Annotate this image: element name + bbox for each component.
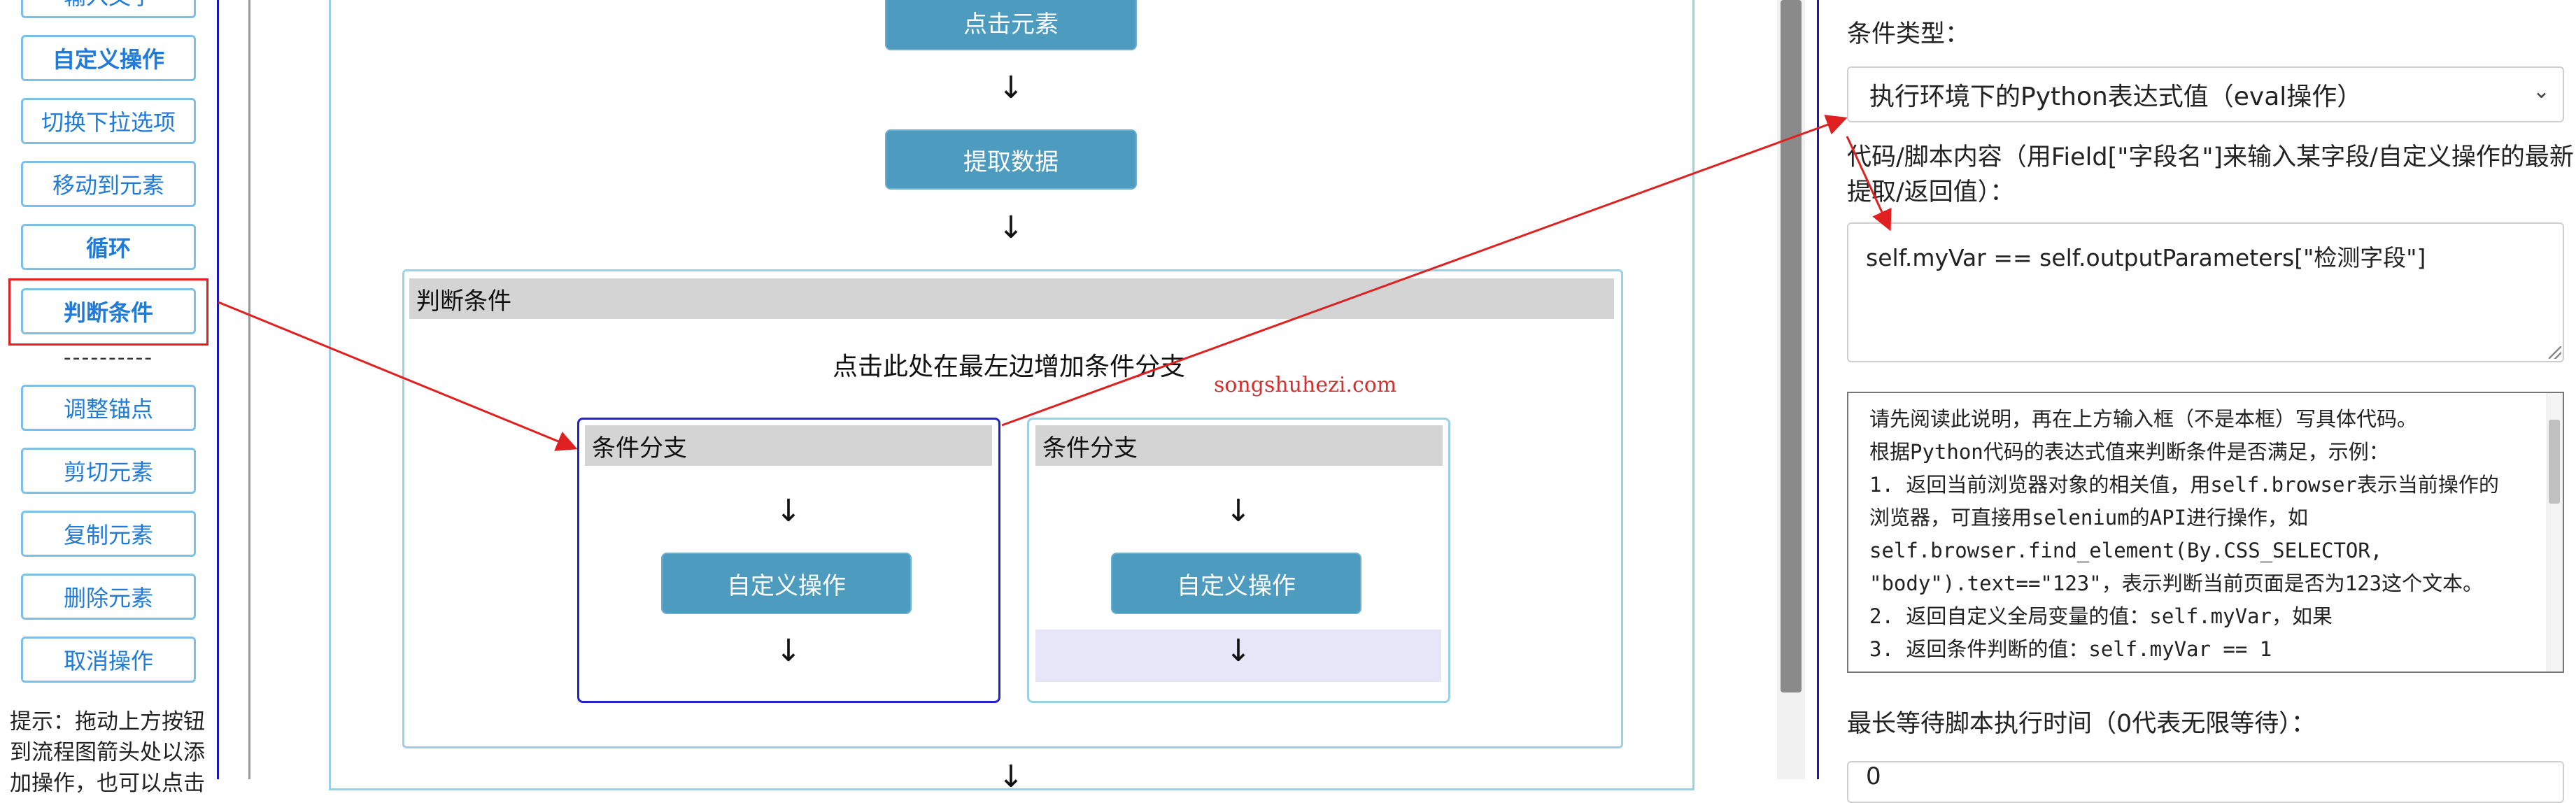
canvas-scrollbar-thumb[interactable]: [1781, 0, 1802, 692]
flow-arrow[interactable]: ↓: [990, 759, 1032, 795]
custom-action-button[interactable]: 自定义操作: [21, 35, 196, 81]
help-line: 3. 返回条件判断的值：self.myVar == 1: [1869, 637, 2272, 661]
switch-dropdown-button[interactable]: 切换下拉选项: [21, 98, 196, 144]
flow-node-custom-action[interactable]: 自定义操作: [1111, 553, 1361, 614]
help-line: "body").text=="123"，表示判断当前页面是否为123这个文本。: [1869, 571, 2484, 595]
flow-arrow[interactable]: ↓: [1217, 493, 1259, 529]
flow-node-extract-data[interactable]: 提取数据: [885, 129, 1137, 190]
condition-type-label: 条件类型：: [1847, 20, 1970, 48]
flow-arrow[interactable]: ↓: [767, 493, 809, 529]
toolbar-sidebar: 输入文字 自定义操作 切换下拉选项 移动到元素 循环 判断条件 --------…: [0, 0, 219, 796]
flow-node-click-element[interactable]: 点击元素: [885, 0, 1137, 50]
chevron-down-icon[interactable]: ⌄: [2533, 79, 2550, 104]
code-textarea[interactable]: self.myVar == self.outputParameters["检测字…: [1847, 222, 2564, 362]
cut-element-button[interactable]: 剪切元素: [21, 448, 196, 494]
copy-element-button[interactable]: 复制元素: [21, 511, 196, 557]
cancel-action-button[interactable]: 取消操作: [21, 637, 196, 683]
move-to-element-button[interactable]: 移动到元素: [21, 161, 196, 207]
adjust-anchor-button[interactable]: 调整锚点: [21, 385, 196, 431]
help-line: 浏览器，可直接用selenium的API进行操作，如: [1869, 506, 2309, 530]
help-line: 根据Python代码的表达式值来判断条件是否满足，示例：: [1869, 440, 2389, 464]
delete-element-button[interactable]: 删除元素: [21, 574, 196, 620]
flow-arrow[interactable]: ↓: [1217, 633, 1259, 669]
help-line: self.browser.find_element(By.CSS_SELECTO…: [1869, 539, 2383, 562]
help-textarea[interactable]: 请先阅读此说明，再在上方输入框（不是本框）写具体代码。 根据Python代码的表…: [1847, 392, 2564, 673]
code-label-line2: 提取/返回值）：: [1847, 178, 2015, 206]
help-scrollbar-thumb[interactable]: [2549, 420, 2560, 504]
branch-header[interactable]: 条件分支: [1035, 425, 1443, 466]
code-label-line1: 代码/脚本内容（用Field["字段名"]来输入某字段/自定义操作的最新: [1847, 143, 2574, 171]
flow-arrow[interactable]: ↓: [990, 210, 1032, 246]
flow-arrow[interactable]: ↓: [767, 633, 809, 669]
resize-grip-icon[interactable]: [2549, 346, 2561, 359]
add-branch-link[interactable]: 点击此处在最左边增加条件分支: [833, 346, 1185, 383]
flow-node-custom-action[interactable]: 自定义操作: [661, 553, 912, 614]
help-line: 以上表达式返回值大于0或为则执行此分支内操作，否则不执行: [1869, 666, 2520, 671]
toolbar-separator: ----------: [63, 346, 154, 370]
help-line: 请先阅读此说明，再在上方输入框（不是本框）写具体代码。: [1869, 407, 2418, 431]
wait-time-label: 最长等待脚本执行时间（0代表无限等待）：: [1847, 710, 2316, 738]
loop-button[interactable]: 循环: [21, 224, 196, 270]
judge-condition-button[interactable]: 判断条件: [21, 288, 196, 334]
branch-header[interactable]: 条件分支: [585, 425, 992, 466]
help-line: 1. 返回当前浏览器对象的相关值，用self.browser表示当前操作的: [1869, 473, 2499, 497]
condition-type-select[interactable]: 执行环境下的Python表达式值（eval操作）: [1847, 66, 2564, 122]
input-text-button[interactable]: 输入文字: [21, 0, 196, 18]
condition-block-header[interactable]: 判断条件: [409, 278, 1614, 319]
wait-time-input[interactable]: 0: [1847, 761, 2564, 803]
help-line: 2. 返回自定义全局变量的值：self.myVar，如果: [1869, 604, 2333, 628]
toolbar-hint: 提示：拖动上方按钮到流程图箭头处以添加操作，也可以点击: [10, 709, 205, 796]
wait-time-value: 0: [1866, 762, 1881, 790]
canvas-gutter: [219, 0, 250, 779]
watermark-text: songshuhezi.com: [1214, 373, 1397, 397]
flow-arrow[interactable]: ↓: [990, 70, 1032, 106]
